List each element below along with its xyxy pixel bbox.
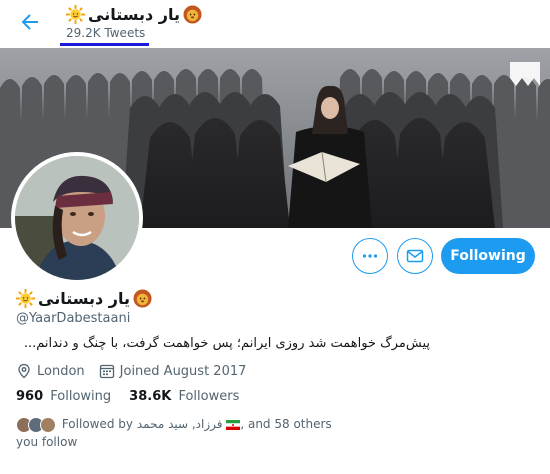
- header-display-name: یار دبستانی: [66, 3, 202, 25]
- mutual-avatar: [40, 416, 56, 433]
- followed-by[interactable]: Followed by فرزاد, سید محمد , and 58 oth…: [16, 415, 336, 451]
- followed-by-prefix: Followed by: [61, 417, 134, 431]
- lion-emoji-icon: [133, 289, 152, 308]
- header-name-text: یار دبستانی: [88, 4, 181, 24]
- tweet-count: 29.2K Tweets: [66, 26, 146, 40]
- iran-flag-icon: [226, 419, 241, 430]
- location-pin-icon: [18, 363, 30, 379]
- top-bar: یار دبستانی 29.2K Tweets: [0, 0, 550, 48]
- follow-counts: 960 Following 38.6K Followers: [16, 389, 257, 404]
- followed-by-names: فرزاد, سید محمد: [136, 417, 223, 431]
- message-button[interactable]: [397, 238, 433, 274]
- join-date-text: Joined August 2017: [119, 363, 247, 379]
- followers-label: Followers: [178, 389, 240, 404]
- profile-avatar[interactable]: [11, 152, 143, 284]
- following-button[interactable]: Following: [441, 238, 535, 274]
- mutual-avatars: [16, 416, 56, 433]
- profile-handle: @YaarDabestaani: [16, 311, 131, 326]
- envelope-icon: [406, 249, 424, 263]
- profile-bio: پیش‌مرگ خواهمت شد روزی ایرانم؛ پس خواهمت…: [23, 336, 430, 351]
- profile-meta: London Joined August 2017: [16, 363, 260, 379]
- calendar-icon: [99, 364, 114, 379]
- lion-emoji-icon: [183, 4, 202, 24]
- back-arrow-icon[interactable]: [18, 10, 42, 34]
- location-text: London: [37, 363, 85, 379]
- highlight-underline: [60, 43, 149, 46]
- location: London: [16, 363, 85, 379]
- following-label: Following: [50, 389, 112, 404]
- following-count: 960: [16, 389, 44, 404]
- more-options-button[interactable]: [352, 238, 388, 274]
- more-dots-icon: [362, 254, 378, 258]
- profile-name-text: یار دبستانی: [38, 289, 131, 308]
- followers-link[interactable]: 38.6K Followers: [129, 389, 239, 404]
- sun-emoji-icon: [16, 289, 35, 308]
- sun-emoji-icon: [66, 4, 85, 24]
- mashregh-watermark-logo: [510, 62, 540, 86]
- following-link[interactable]: 960 Following: [16, 389, 111, 404]
- profile-display-name: یار دبستانی: [16, 289, 152, 308]
- followers-count: 38.6K: [129, 389, 172, 404]
- join-date: Joined August 2017: [99, 363, 247, 379]
